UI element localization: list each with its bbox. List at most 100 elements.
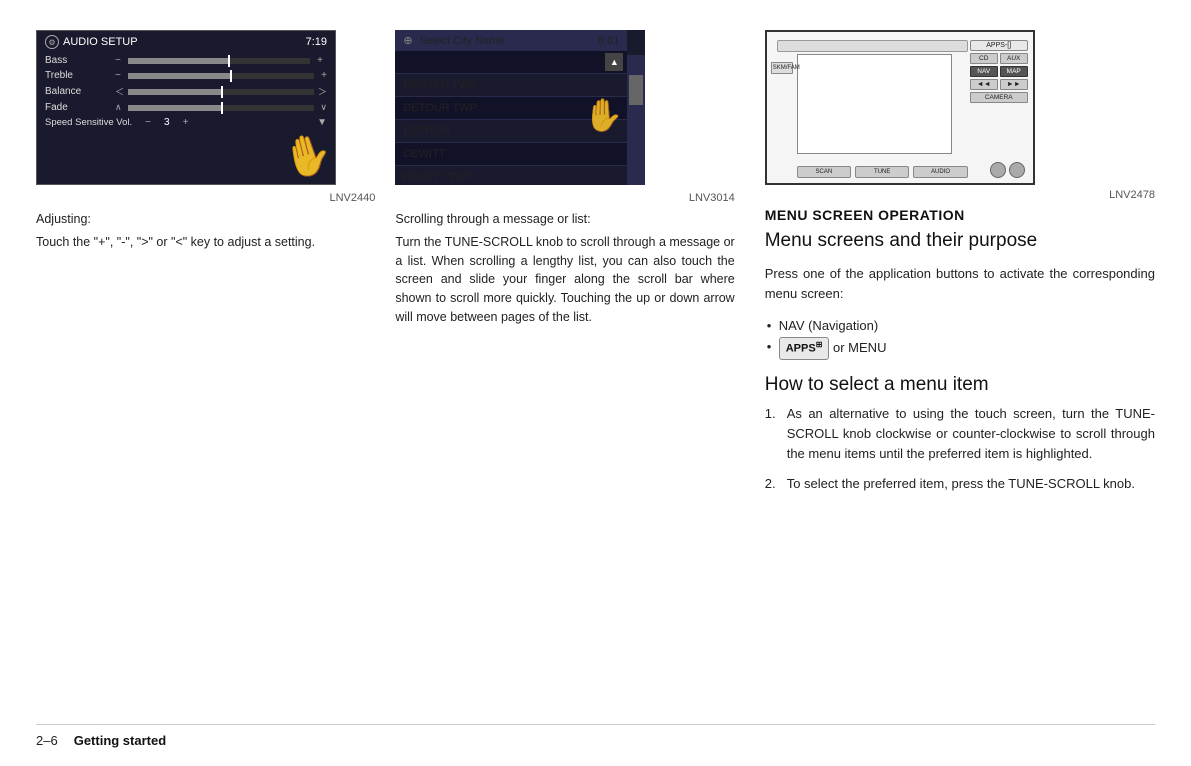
audio-plus-treble[interactable]: +	[317, 70, 327, 81]
city-screen-title: Select City Name:	[420, 35, 508, 47]
audio-plus-speed[interactable]: +	[179, 117, 189, 128]
col2-body: Turn the TUNE-SCROLL knob to scroll thro…	[395, 233, 734, 327]
device-btn-audio[interactable]: AUDIO	[913, 166, 967, 178]
audio-row-fade: Fade ∧ ∨	[45, 102, 327, 113]
audio-row-treble: Treble − +	[45, 70, 327, 81]
city-row-3[interactable]: DEWITT	[395, 143, 627, 166]
device-left-buttons: SKM/FAM	[771, 62, 793, 74]
numbered-item-2: 2. To select the preferred item, press t…	[765, 474, 1155, 494]
column-3: APPS-[] CD AUX NAV MAP ◄◄ ►►	[745, 30, 1155, 505]
numbered-item-1-text: As an alternative to using the touch scr…	[787, 406, 1155, 461]
audio-screen-header: ⚙ AUDIO SETUP 7:19	[45, 35, 327, 49]
apps-badge-sup: ⊞	[816, 340, 823, 349]
audio-minus-treble[interactable]: −	[115, 70, 125, 81]
device-btn-skm[interactable]: SKM/FAM	[771, 62, 793, 74]
column-1: ⚙ AUDIO SETUP 7:19 Bass −	[36, 30, 385, 505]
col1-heading: Adjusting:	[36, 210, 375, 229]
bullet-apps: APPS⊞ or MENU	[765, 337, 1155, 360]
city-screen-wrapper: ⊕ Select City Name: 8:01 ▲ DENVER TWP	[395, 30, 645, 185]
audio-row-bass: Bass − +	[45, 55, 327, 66]
device-right-buttons: APPS-[] CD AUX NAV MAP ◄◄ ►►	[970, 40, 1028, 103]
device-btn-apps[interactable]: APPS-[]	[970, 40, 1028, 51]
device-btn-row-media: ◄◄ ►►	[970, 79, 1028, 90]
audio-left-balance[interactable]: ＜	[115, 85, 125, 98]
audio-right-balance[interactable]: ＞	[317, 85, 327, 98]
city-scrollbar-thumb[interactable]	[629, 75, 643, 105]
apps-badge[interactable]: APPS⊞	[779, 337, 830, 360]
col3-caption: LNV2478	[765, 189, 1155, 201]
device-knob-left[interactable]	[990, 162, 1006, 178]
device-btn-row-cd: CD AUX	[970, 53, 1028, 64]
col2-caption: LNV3014	[395, 192, 734, 204]
col1-text: Adjusting: Touch the "+", "-", ">" or "<…	[36, 210, 375, 252]
audio-label-speed: Speed Sensitive Vol.	[45, 117, 145, 128]
numbered-list: 1. As an alternative to using the touch …	[765, 404, 1155, 495]
device-btn-aux[interactable]: AUX	[1000, 53, 1028, 64]
device-bottom-buttons: SCAN TUNE AUDIO	[797, 166, 968, 178]
device-btn-scan[interactable]: SCAN	[797, 166, 851, 178]
bullet-list: NAV (Navigation) APPS⊞ or MENU	[765, 316, 1155, 360]
city-name-4: DEWITT TWP	[403, 171, 619, 183]
city-name-3: DEWITT	[403, 148, 619, 160]
city-scroll-up[interactable]: ▲	[395, 51, 627, 74]
device-btn-nav[interactable]: NAV	[970, 66, 998, 77]
col2-heading: Scrolling through a message or list:	[395, 210, 734, 229]
device-knobs	[990, 162, 1025, 178]
audio-up-fade[interactable]: ∧	[115, 102, 125, 113]
audio-speed-value: 3	[164, 117, 170, 128]
device-btn-row-nav: NAV MAP	[970, 66, 1028, 77]
col1-caption: LNV2440	[36, 192, 375, 204]
device-btn-cd[interactable]: CD	[970, 53, 998, 64]
nav-device-inner: APPS-[] CD AUX NAV MAP ◄◄ ►►	[765, 30, 1035, 185]
audio-screen-image: ⚙ AUDIO SETUP 7:19 Bass −	[36, 30, 336, 185]
section-title-upper: MENU SCREEN OPERATION	[765, 207, 1155, 223]
col2-text: Scrolling through a message or list: Tur…	[395, 210, 734, 327]
audio-screen-time: 7:19	[306, 36, 327, 48]
device-btn-tune[interactable]: TUNE	[855, 166, 909, 178]
audio-screen-wrapper: ⚙ AUDIO SETUP 7:19 Bass −	[36, 30, 336, 185]
column-2: ⊕ Select City Name: 8:01 ▲ DENVER TWP	[385, 30, 744, 505]
num-1: 1.	[765, 404, 776, 424]
audio-bar-fade	[128, 105, 314, 111]
footer-page-num: 2–6	[36, 733, 58, 748]
audio-label-balance: Balance	[45, 86, 115, 97]
city-up-arrow[interactable]: ▲	[605, 53, 623, 71]
content-area: ⚙ AUDIO SETUP 7:19 Bass −	[36, 30, 1155, 505]
audio-plus-bass[interactable]: +	[313, 55, 323, 66]
num-2: 2.	[765, 474, 776, 494]
audio-label-fade: Fade	[45, 102, 115, 113]
section-title-lower: Menu screens and their purpose	[765, 229, 1155, 254]
device-top-bar	[777, 40, 968, 52]
city-list-container: ⊕ Select City Name: 8:01 ▲ DENVER TWP	[395, 30, 645, 185]
section-intro: Press one of the application buttons to …	[765, 264, 1155, 304]
audio-minus-bass[interactable]: −	[115, 55, 125, 66]
bullet-nav-text: NAV (Navigation)	[779, 318, 878, 333]
city-row-0[interactable]: DENVER TWP	[395, 74, 627, 97]
device-btn-back[interactable]: ◄◄	[970, 79, 998, 90]
audio-screen-content: ⚙ AUDIO SETUP 7:19 Bass −	[37, 31, 335, 136]
page-footer: 2–6 Getting started	[36, 724, 1155, 748]
city-row-4[interactable]: DEWITT TWP	[395, 166, 627, 185]
numbered-item-1: 1. As an alternative to using the touch …	[765, 404, 1155, 464]
audio-bar-bass	[128, 58, 310, 64]
audio-screen-title: AUDIO SETUP	[63, 36, 138, 48]
bullet-nav: NAV (Navigation)	[765, 316, 1155, 337]
nav-device-wrapper: APPS-[] CD AUX NAV MAP ◄◄ ►►	[765, 30, 1035, 185]
audio-label-treble: Treble	[45, 70, 115, 81]
device-btn-camera[interactable]: CAMERA	[970, 92, 1028, 103]
city-name-0: DENVER TWP	[403, 79, 619, 91]
city-nav-icon: ⊕	[403, 34, 412, 47]
subsection-title: How to select a menu item	[765, 374, 1155, 396]
audio-bar-treble	[128, 73, 314, 79]
audio-row-balance: Balance ＜ ＞	[45, 85, 327, 98]
numbered-item-2-text: To select the preferred item, press the …	[787, 476, 1135, 491]
city-scrollbar[interactable]	[627, 55, 645, 185]
audio-minus-speed[interactable]: −	[145, 117, 155, 128]
audio-down-fade[interactable]: ∨	[317, 102, 327, 113]
device-btn-fwd[interactable]: ►►	[1000, 79, 1028, 90]
device-btn-map[interactable]: MAP	[1000, 66, 1028, 77]
city-screen-time: 8:01	[598, 35, 619, 47]
device-knob-right[interactable]	[1009, 162, 1025, 178]
audio-bar-balance	[128, 89, 314, 95]
bullet-apps-or: or MENU	[833, 340, 886, 355]
